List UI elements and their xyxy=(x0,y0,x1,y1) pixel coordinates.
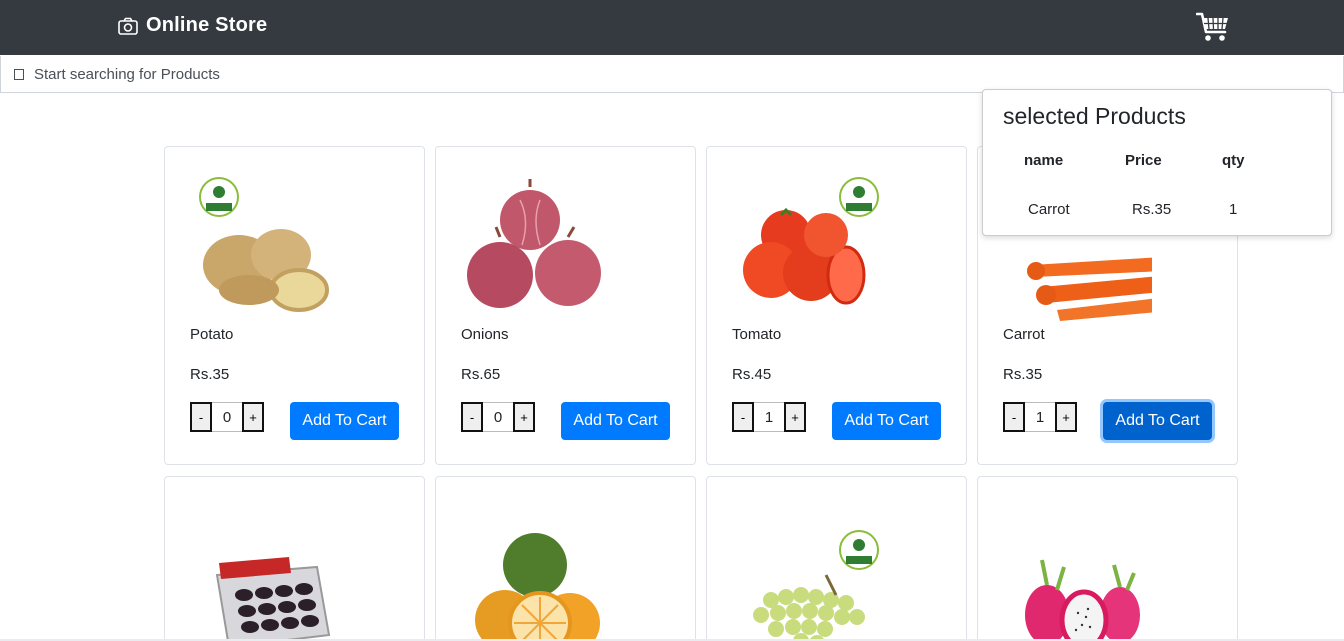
selected-item-name: Carrot xyxy=(1028,201,1070,218)
farmers-badge-icon xyxy=(839,177,879,217)
product-card-tomato: Tomato Rs.45 - 1 + Add To Cart xyxy=(706,146,967,465)
increase-qty-button[interactable]: + xyxy=(513,402,535,432)
decrease-qty-button[interactable]: - xyxy=(732,402,754,432)
product-name: Onions xyxy=(461,326,509,343)
product-card-potato: Potato Rs.35 - 0 + Add To Cart xyxy=(164,146,425,465)
quantity-stepper: - 0 + xyxy=(461,402,535,432)
selected-item-price: Rs.35 xyxy=(1132,201,1172,218)
quantity-value: 0 xyxy=(212,402,242,432)
product-card-oranges xyxy=(435,476,696,641)
quantity-stepper: - 1 + xyxy=(1003,402,1077,432)
dragon-fruit-image xyxy=(1025,559,1140,641)
product-name: Potato xyxy=(190,326,234,343)
dates-pack-image xyxy=(215,557,331,641)
column-header-price: Price xyxy=(1125,152,1162,169)
add-to-cart-button[interactable]: Add To Cart xyxy=(1103,402,1212,440)
product-card-dragon-fruit xyxy=(977,476,1238,641)
column-header-name: name xyxy=(1024,152,1064,169)
column-header-qty: qty xyxy=(1222,152,1245,169)
quantity-stepper: - 1 + xyxy=(732,402,806,432)
decrease-qty-button[interactable]: - xyxy=(461,402,483,432)
add-to-cart-button[interactable]: Add To Cart xyxy=(832,402,941,440)
tomato-image xyxy=(743,177,879,305)
add-to-cart-button[interactable]: Add To Cart xyxy=(290,402,399,440)
product-price: Rs.65 xyxy=(461,366,501,383)
product-price: Rs.35 xyxy=(190,366,230,383)
product-price: Rs.45 xyxy=(732,366,772,383)
product-price: Rs.35 xyxy=(1003,366,1043,383)
product-card-grapes xyxy=(706,476,967,641)
increase-qty-button[interactable]: + xyxy=(784,402,806,432)
increase-qty-button[interactable]: + xyxy=(1055,402,1077,432)
oranges-image xyxy=(475,533,600,641)
search-input[interactable] xyxy=(34,65,634,83)
farmers-badge-icon xyxy=(839,530,879,570)
popover-title: selected Products xyxy=(1003,103,1186,129)
search-icon xyxy=(14,68,24,80)
quantity-value: 1 xyxy=(1025,402,1055,432)
product-name: Carrot xyxy=(1003,326,1045,343)
search-bar xyxy=(0,56,1344,93)
farmers-badge-icon xyxy=(199,177,239,217)
increase-qty-button[interactable]: + xyxy=(242,402,264,432)
quantity-value: 0 xyxy=(483,402,513,432)
product-card-dates xyxy=(164,476,425,641)
product-name: Tomato xyxy=(732,326,782,343)
add-to-cart-button[interactable]: Add To Cart xyxy=(561,402,670,440)
decrease-qty-button[interactable]: - xyxy=(1003,402,1025,432)
shopping-cart-icon[interactable] xyxy=(1196,10,1230,44)
selected-item-qty: 1 xyxy=(1229,201,1238,218)
selected-products-popover: selected Products name Price qty Carrot … xyxy=(982,89,1332,236)
decrease-qty-button[interactable]: - xyxy=(190,402,212,432)
brand[interactable]: Online Store xyxy=(118,14,267,37)
quantity-value: 1 xyxy=(754,402,784,432)
brand-title: Online Store xyxy=(146,14,268,36)
camera-icon xyxy=(118,17,138,35)
quantity-stepper: - 0 + xyxy=(190,402,264,432)
onions-image xyxy=(467,179,601,308)
grapes-image xyxy=(753,530,879,641)
navbar: Online Store xyxy=(0,0,1344,55)
potato-image xyxy=(199,177,329,312)
product-card-onions: Onions Rs.65 - 0 + Add To Cart xyxy=(435,146,696,465)
